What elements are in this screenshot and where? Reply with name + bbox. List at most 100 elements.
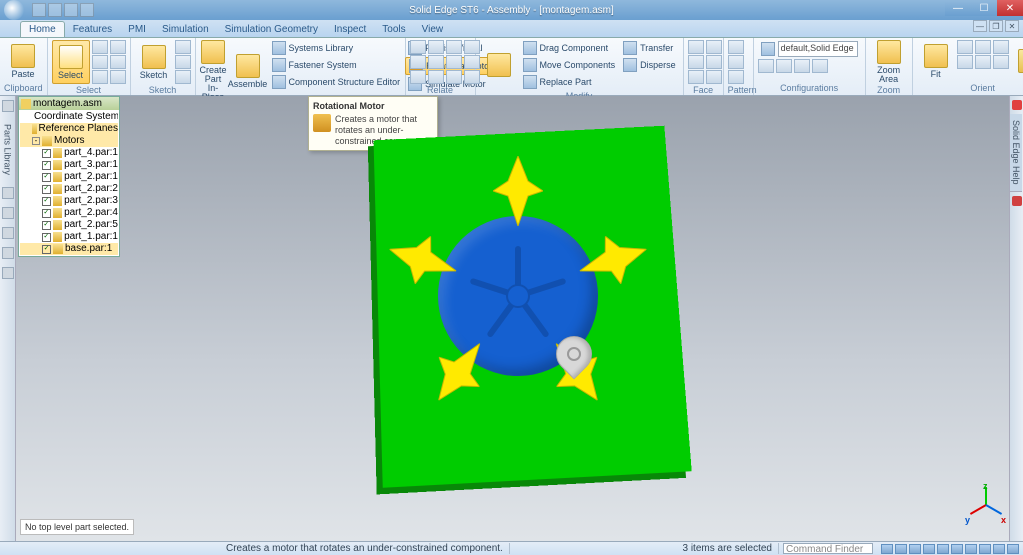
- relate-icon[interactable]: [428, 70, 444, 84]
- select-opt-icon[interactable]: [92, 55, 108, 69]
- minimize-button[interactable]: —: [945, 0, 971, 16]
- dock-icon[interactable]: [2, 247, 14, 259]
- status-icon[interactable]: [937, 544, 949, 554]
- orientation-triad[interactable]: z x y: [965, 485, 1005, 525]
- checkbox[interactable]: ✓: [42, 161, 51, 170]
- status-icon[interactable]: [979, 544, 991, 554]
- orient-icon[interactable]: [975, 55, 991, 69]
- tree-node[interactable]: -Motors: [20, 135, 118, 147]
- checkbox[interactable]: ✓: [42, 233, 51, 242]
- app-logo-icon[interactable]: [4, 0, 24, 20]
- maximize-button[interactable]: ☐: [971, 0, 997, 16]
- checkbox[interactable]: ✓: [42, 197, 51, 206]
- relate-icon[interactable]: [446, 40, 462, 54]
- orient-icon[interactable]: [957, 55, 973, 69]
- assemble-button[interactable]: Assemble: [229, 40, 267, 102]
- relate-icon[interactable]: [410, 55, 426, 69]
- relate-icon[interactable]: [410, 40, 426, 54]
- dock-icon[interactable]: [2, 267, 14, 279]
- tab-home[interactable]: Home: [20, 21, 65, 37]
- pattern-icon[interactable]: [728, 70, 744, 84]
- select-button[interactable]: Select: [52, 40, 90, 84]
- tree-node[interactable]: ✓part_2.par:1: [20, 171, 118, 183]
- tree-node[interactable]: ✓part_2.par:3: [20, 195, 118, 207]
- orient-icon[interactable]: [993, 55, 1009, 69]
- disperse-button[interactable]: Disperse: [620, 57, 679, 73]
- status-icon[interactable]: [965, 544, 977, 554]
- face-relate-icon[interactable]: [706, 70, 722, 84]
- modify-main-button[interactable]: [480, 40, 518, 90]
- config-icon[interactable]: [812, 59, 828, 73]
- qat-save-icon[interactable]: [32, 3, 46, 17]
- drag-component-button[interactable]: Drag Component: [520, 40, 619, 56]
- pattern-icon[interactable]: [728, 40, 744, 54]
- dock-icon[interactable]: [2, 207, 14, 219]
- tree-node[interactable]: Coordinate Systems: [20, 111, 118, 123]
- relate-icon[interactable]: [428, 40, 444, 54]
- create-part-button[interactable]: Create Part In-Place: [200, 40, 227, 102]
- config-icon[interactable]: [758, 59, 774, 73]
- tab-view[interactable]: View: [414, 22, 452, 37]
- mdi-close-button[interactable]: ✕: [1005, 20, 1019, 32]
- viewport[interactable]: Parts Library montagem.asm Coordinate Sy…: [0, 96, 1023, 541]
- tab-tools[interactable]: Tools: [374, 22, 413, 37]
- fastener-system-button[interactable]: Fastener System: [269, 57, 404, 73]
- tree-node[interactable]: ✓part_2.par:2: [20, 183, 118, 195]
- orient-icon[interactable]: [957, 40, 973, 54]
- config-combo[interactable]: default,Solid Edge: [758, 40, 861, 58]
- face-relate-icon[interactable]: [688, 40, 704, 54]
- dock-icon[interactable]: [2, 187, 14, 199]
- select-opt-icon[interactable]: [110, 55, 126, 69]
- checkbox[interactable]: ✓: [42, 185, 51, 194]
- checkbox[interactable]: ✓: [42, 245, 51, 254]
- checkbox[interactable]: ✓: [42, 149, 51, 158]
- tree-node[interactable]: ✓part_2.par:4: [20, 207, 118, 219]
- status-icon[interactable]: [1007, 544, 1019, 554]
- info-icon[interactable]: [1012, 100, 1022, 110]
- command-finder-input[interactable]: Command Finder: [783, 543, 873, 554]
- tab-inspect[interactable]: Inspect: [326, 22, 374, 37]
- face-relate-icon[interactable]: [688, 70, 704, 84]
- face-relate-icon[interactable]: [688, 55, 704, 69]
- checkbox[interactable]: ✓: [42, 173, 51, 182]
- face-relate-icon[interactable]: [706, 55, 722, 69]
- tree-node[interactable]: ✓base.par:1: [20, 243, 118, 255]
- sketch-tool-icon[interactable]: [175, 55, 191, 69]
- replace-part-button[interactable]: Replace Part: [520, 74, 619, 90]
- select-opt-icon[interactable]: [92, 70, 108, 84]
- mdi-restore-button[interactable]: ❐: [989, 20, 1003, 32]
- tab-simulation[interactable]: Simulation: [154, 22, 217, 37]
- youtube-icon[interactable]: [1012, 196, 1022, 206]
- status-icon[interactable]: [909, 544, 921, 554]
- model-3d[interactable]: [378, 126, 678, 476]
- face-relate-icon[interactable]: [706, 40, 722, 54]
- tree-node[interactable]: ✓part_2.par:5: [20, 219, 118, 231]
- status-icon[interactable]: [993, 544, 1005, 554]
- status-icon[interactable]: [881, 544, 893, 554]
- dock-icon[interactable]: [2, 100, 14, 112]
- select-opt-icon[interactable]: [110, 40, 126, 54]
- tab-features[interactable]: Features: [65, 22, 120, 37]
- view-cube-button[interactable]: [1011, 40, 1023, 82]
- relate-icon[interactable]: [446, 70, 462, 84]
- yellow-bracket[interactable]: [493, 156, 543, 226]
- select-opt-icon[interactable]: [92, 40, 108, 54]
- systems-library-button[interactable]: Systems Library: [269, 40, 404, 56]
- sketch-tool-icon[interactable]: [175, 70, 191, 84]
- transfer-button[interactable]: Transfer: [620, 40, 679, 56]
- checkbox[interactable]: ✓: [42, 209, 51, 218]
- close-button[interactable]: ✕: [997, 0, 1023, 16]
- zoom-area-button[interactable]: Zoom Area: [870, 40, 908, 84]
- select-opt-icon[interactable]: [110, 70, 126, 84]
- move-components-button[interactable]: Move Components: [520, 57, 619, 73]
- fit-button[interactable]: Fit: [917, 40, 955, 82]
- status-icon[interactable]: [951, 544, 963, 554]
- tab-pmi[interactable]: PMI: [120, 22, 154, 37]
- qat-undo-icon[interactable]: [48, 3, 62, 17]
- sketch-tool-icon[interactable]: [175, 40, 191, 54]
- tree-node[interactable]: Reference Planes: [20, 123, 118, 135]
- qat-more-icon[interactable]: [80, 3, 94, 17]
- config-icon[interactable]: [794, 59, 810, 73]
- tree-node[interactable]: ✓part_3.par:1: [20, 159, 118, 171]
- mdi-minimize-button[interactable]: —: [973, 20, 987, 32]
